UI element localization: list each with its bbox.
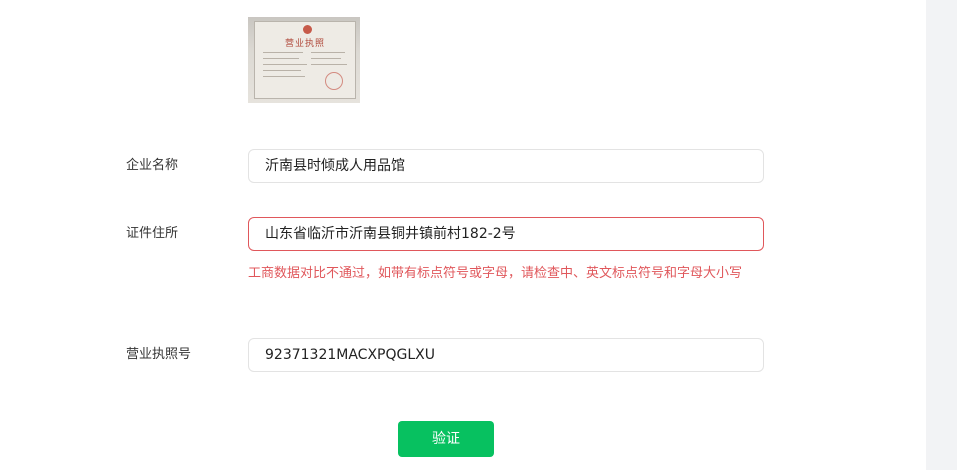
business-license-image[interactable]: 营业执照 bbox=[248, 17, 360, 103]
company-name-input[interactable]: 沂南县时倾成人用品馆 bbox=[248, 149, 764, 183]
official-seal-icon bbox=[325, 72, 343, 90]
company-name-label: 企业名称 bbox=[126, 158, 179, 173]
right-side-panel bbox=[926, 0, 957, 470]
license-title: 营业执照 bbox=[284, 39, 325, 49]
verify-button[interactable]: 验证 bbox=[398, 421, 494, 457]
national-emblem-icon bbox=[303, 25, 312, 34]
license-number-label: 营业执照号 bbox=[126, 347, 192, 362]
license-frame: 营业执照 bbox=[254, 21, 356, 99]
address-error-message: 工商数据对比不通过，如带有标点符号或字母，请检查中、英文标点符号和字母大小写 bbox=[248, 266, 743, 281]
license-number-input[interactable]: 92371321MACXPQGLXU bbox=[248, 338, 764, 372]
address-label: 证件住所 bbox=[126, 226, 179, 241]
address-input[interactable]: 山东省临沂市沂南县铜井镇前村182-2号 bbox=[248, 217, 764, 251]
